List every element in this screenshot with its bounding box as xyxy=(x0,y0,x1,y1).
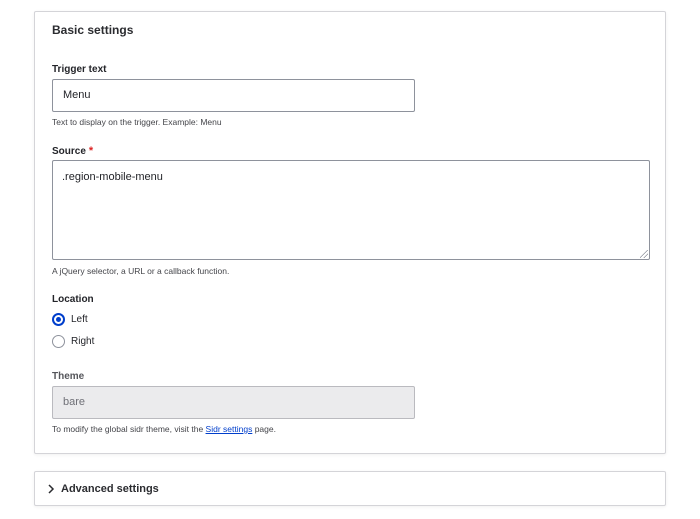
required-marker: * xyxy=(88,145,94,157)
basic-settings-title: Basic settings xyxy=(52,23,134,37)
theme-label: Theme xyxy=(52,371,85,382)
theme-description: To modify the global sidr theme, visit t… xyxy=(52,424,276,434)
radio-left[interactable] xyxy=(52,312,65,326)
source-textarea[interactable]: .region-mobile-menu xyxy=(52,160,650,260)
location-option-right[interactable]: Right xyxy=(52,333,94,349)
advanced-settings-title[interactable]: Advanced settings xyxy=(61,483,159,495)
source-description: A jQuery selector, a URL or a callback f… xyxy=(52,266,230,276)
location-option-left[interactable]: Left xyxy=(52,311,88,327)
basic-settings-panel: Basic settings Trigger text Menu Text to… xyxy=(34,11,666,454)
sidr-settings-link[interactable]: Sidr settings xyxy=(206,424,253,434)
theme-description-suffix: page. xyxy=(252,424,276,434)
radio-left-label[interactable]: Left xyxy=(71,314,88,325)
source-value: .region-mobile-menu xyxy=(62,171,163,183)
trigger-text-input[interactable]: Menu xyxy=(52,79,415,112)
theme-description-prefix: To modify the global sidr theme, visit t… xyxy=(52,424,206,434)
trigger-text-label: Trigger text xyxy=(52,64,107,75)
radio-right-label[interactable]: Right xyxy=(71,336,94,347)
trigger-text-description: Text to display on the trigger. Example:… xyxy=(52,117,222,127)
source-label-text: Source xyxy=(52,146,86,157)
radio-right[interactable] xyxy=(52,334,65,348)
theme-input: bare xyxy=(52,386,415,419)
advanced-settings-toggle[interactable]: Advanced settings xyxy=(34,471,666,506)
location-label: Location xyxy=(52,294,94,305)
resize-handle-icon[interactable] xyxy=(640,250,648,258)
source-label: Source * xyxy=(52,145,93,157)
chevron-right-icon[interactable] xyxy=(44,482,58,496)
